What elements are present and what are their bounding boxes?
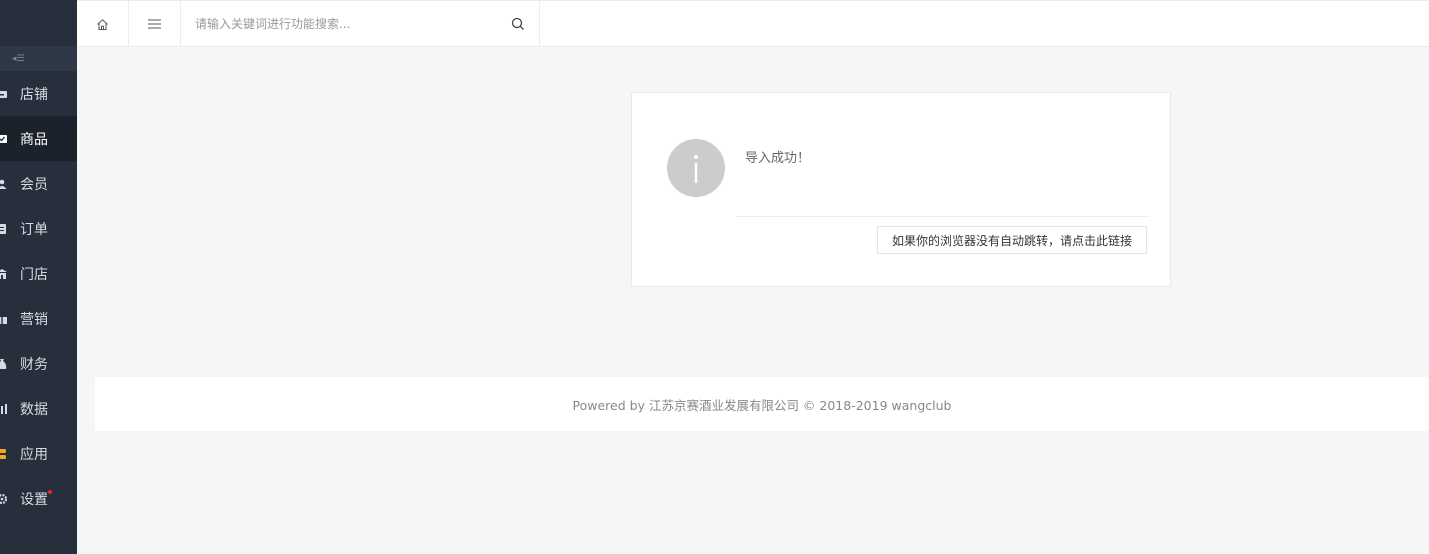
sidebar-item-member[interactable]: 会员 [0, 161, 77, 206]
sidebar-logo-area [0, 0, 77, 46]
sidebar: ◂☰ 店铺 商品 会员 订单 门店 营销 财务 数据 应用 设置 [0, 0, 77, 554]
footer: Powered by 江苏京赛酒业发展有限公司 © 2018-2019 wang… [95, 377, 1429, 431]
sidebar-item-label: 订单 [20, 221, 48, 238]
gift-icon [0, 313, 7, 324]
sidebar-item-label: 财务 [20, 356, 48, 373]
app-icon [0, 448, 6, 459]
sidebar-item-label: 会员 [20, 176, 48, 193]
sidebar-item-label: 设置 [20, 491, 48, 508]
search-icon[interactable] [511, 17, 525, 31]
sidebar-item-shop[interactable]: 店铺 [0, 71, 77, 116]
chart-icon [1, 403, 7, 414]
home-button[interactable] [77, 1, 129, 47]
topbar [77, 0, 1429, 47]
sidebar-collapse-toggle[interactable]: ◂☰ [0, 46, 77, 71]
collapse-icon: ◂☰ [12, 53, 25, 64]
menu-toggle-button[interactable] [129, 1, 181, 47]
sidebar-item-label: 店铺 [20, 86, 48, 103]
divider [736, 216, 1150, 217]
sidebar-item-order[interactable]: 订单 [0, 206, 77, 251]
goods-icon [0, 134, 7, 143]
home-icon [97, 18, 108, 30]
message-card: 导入成功！ 如果你的浏览器没有自动跳转，请点击此链接 [631, 92, 1171, 287]
sidebar-item-label: 商品 [20, 131, 48, 148]
sidebar-item-app[interactable]: 应用 [0, 431, 77, 476]
order-icon [0, 223, 6, 234]
sidebar-item-label: 数据 [20, 401, 48, 418]
search-bar [181, 1, 540, 47]
sidebar-item-store[interactable]: 门店 [0, 251, 77, 296]
footer-copyright: Powered by 江苏京赛酒业发展有限公司 © 2018-2019 wang… [572, 397, 952, 413]
sidebar-item-marketing[interactable]: 营销 [0, 296, 77, 341]
menu-icon [148, 19, 161, 29]
sidebar-item-data[interactable]: 数据 [0, 386, 77, 431]
shop-icon [0, 90, 7, 98]
sidebar-item-settings[interactable]: 设置 [0, 476, 77, 521]
notification-badge [48, 490, 52, 494]
finance-icon [0, 358, 7, 369]
sidebar-item-goods[interactable]: 商品 [0, 116, 77, 161]
search-input[interactable] [195, 17, 511, 31]
user-icon [0, 179, 7, 189]
store-icon [0, 268, 7, 279]
sidebar-item-label: 门店 [20, 266, 48, 283]
message-text: 导入成功！ [745, 151, 811, 166]
sidebar-item-label: 应用 [20, 446, 48, 463]
gear-icon [0, 493, 7, 504]
sidebar-item-label: 营销 [20, 311, 48, 328]
redirect-link-button[interactable]: 如果你的浏览器没有自动跳转，请点击此链接 [876, 226, 1147, 254]
sidebar-item-finance[interactable]: 财务 [0, 341, 77, 386]
info-icon [667, 139, 725, 197]
